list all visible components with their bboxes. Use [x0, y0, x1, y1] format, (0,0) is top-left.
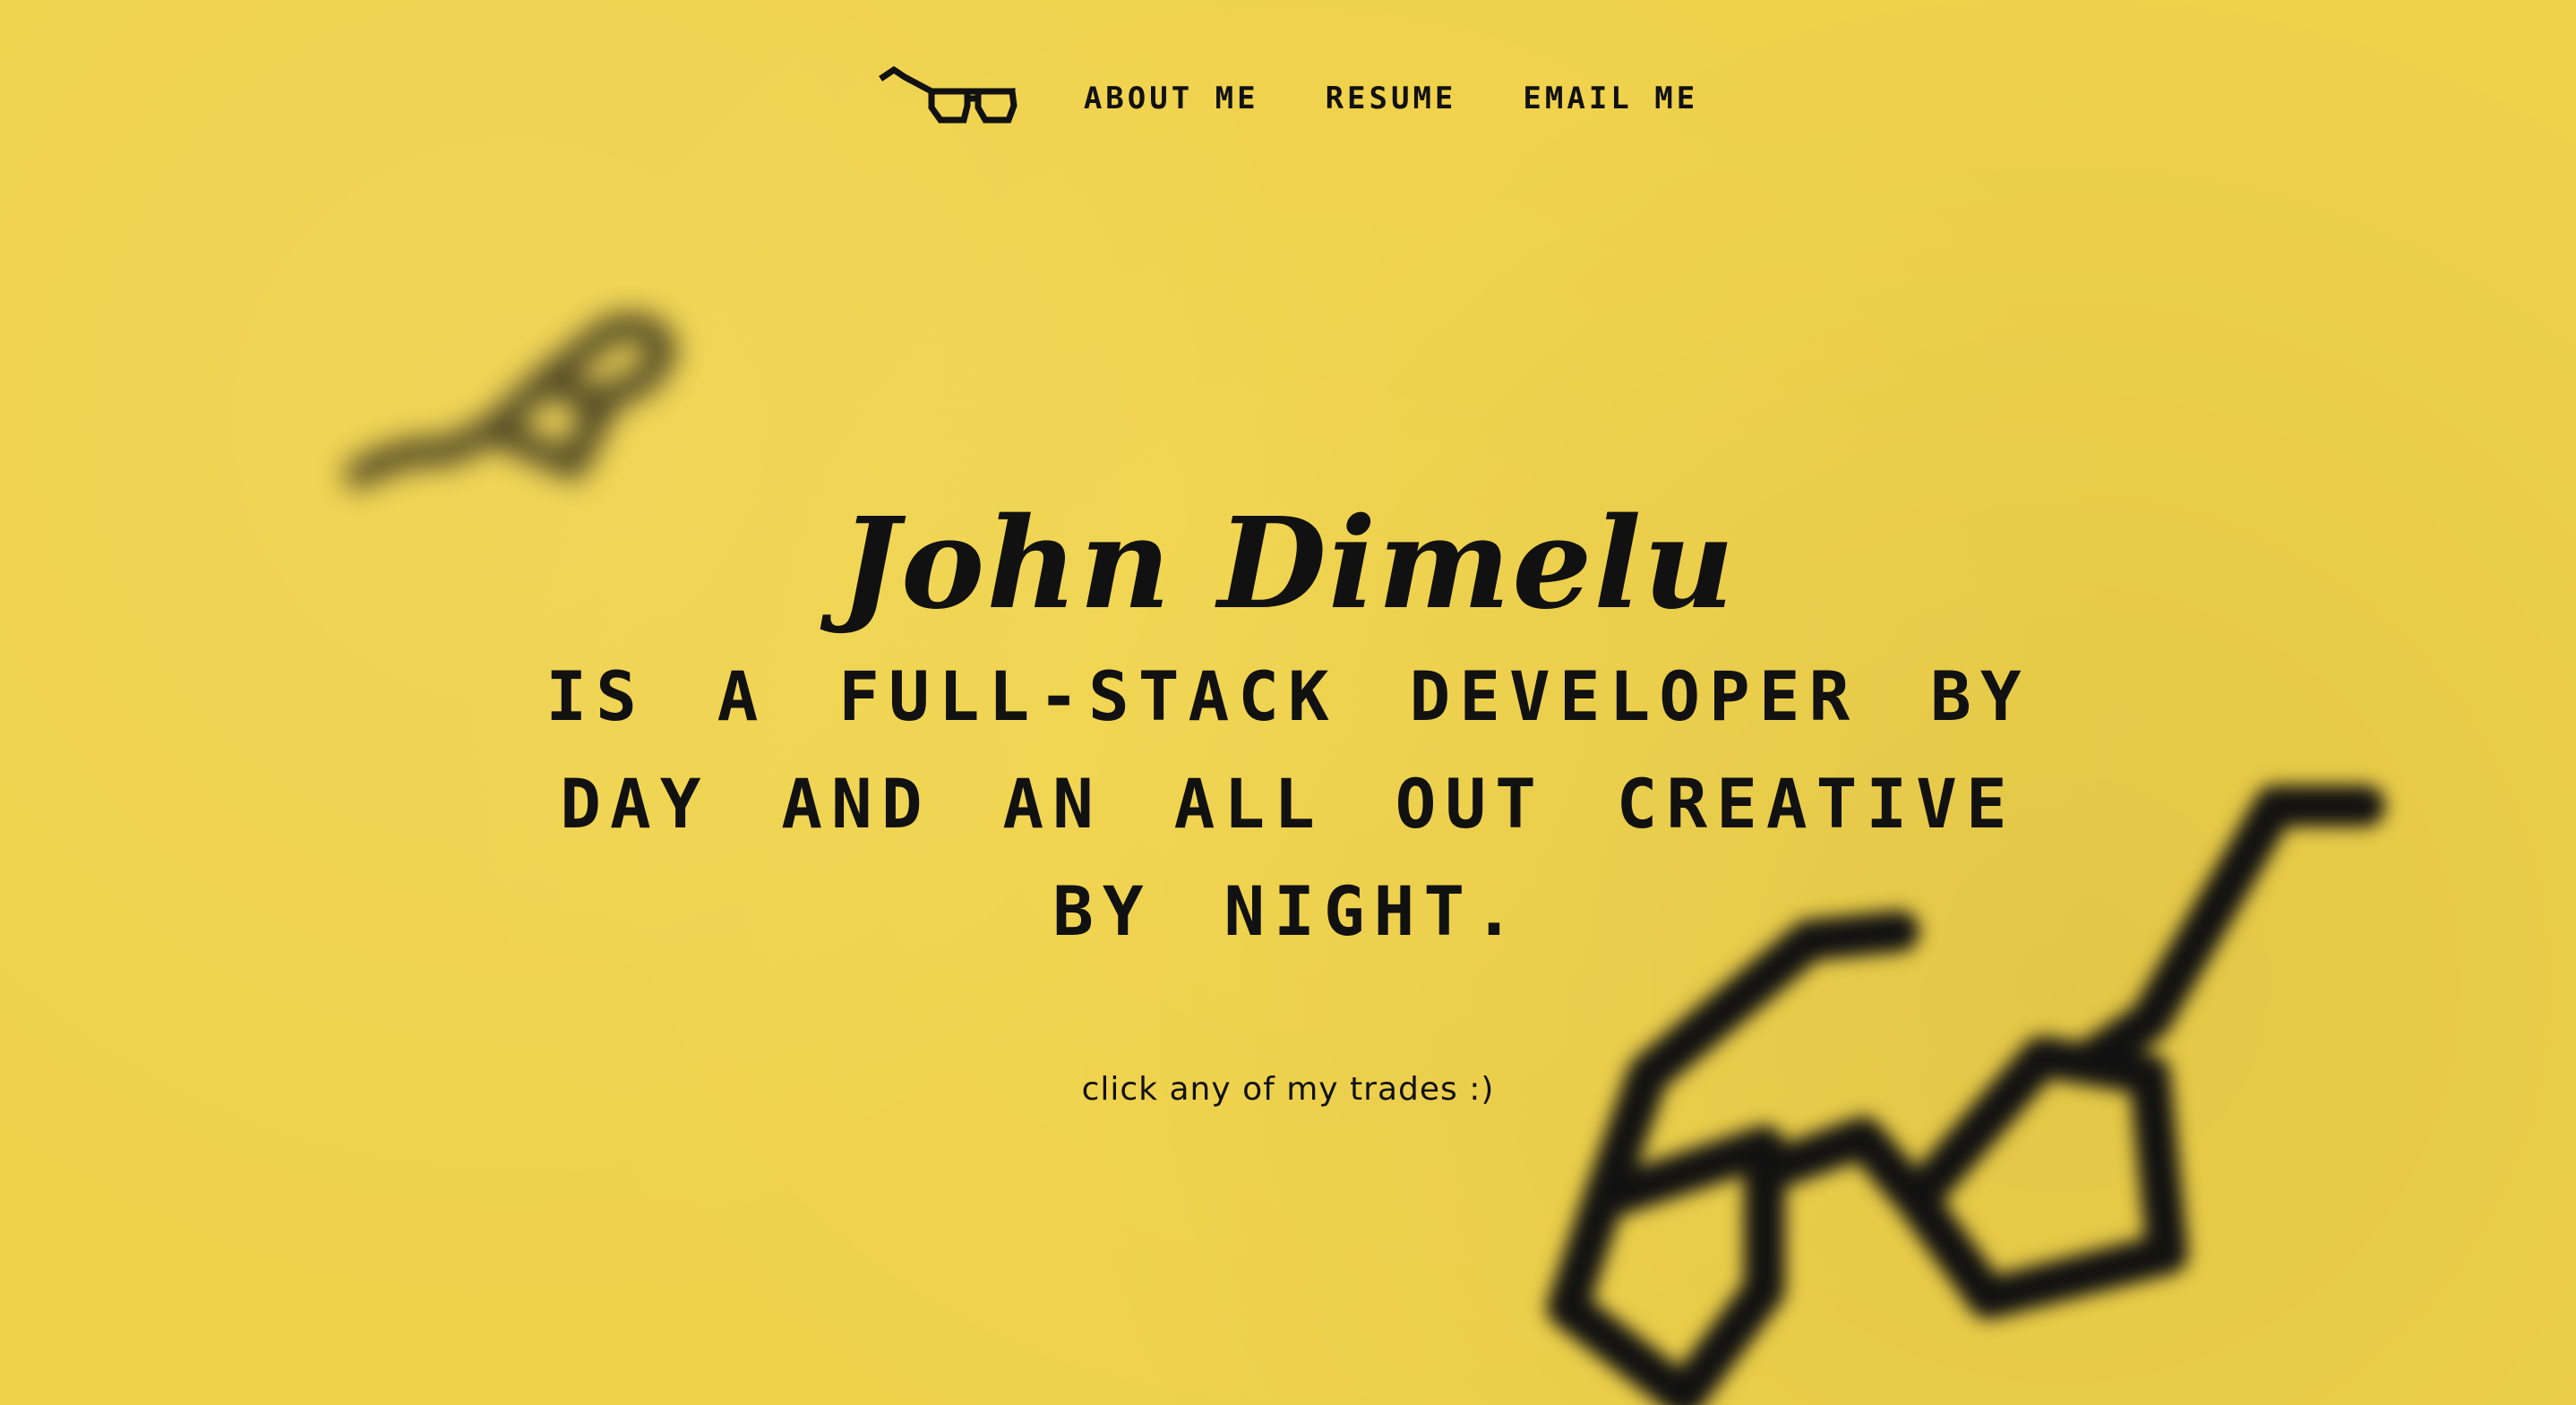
- trades-hint-text: click any of my trades :): [1081, 1071, 1495, 1108]
- nav-link-email-me[interactable]: EMAIL ME: [1523, 81, 1698, 116]
- page-title: John Dimelu: [839, 491, 1737, 638]
- glasses-icon[interactable]: [878, 64, 1021, 133]
- hero-tagline: IS A FULL-STACK DEVELOPER BY DAY AND AN …: [545, 656, 2031, 951]
- hero-section: John Dimelu IS A FULL-STACK DEVELOPER BY…: [0, 501, 2576, 965]
- nav-link-resume[interactable]: RESUME: [1326, 81, 1457, 116]
- top-navigation: ABOUT ME RESUME EMAIL ME: [0, 64, 2576, 133]
- blurred-glasses-small-icon: [345, 313, 676, 488]
- nav-link-about-me[interactable]: ABOUT ME: [1084, 81, 1259, 116]
